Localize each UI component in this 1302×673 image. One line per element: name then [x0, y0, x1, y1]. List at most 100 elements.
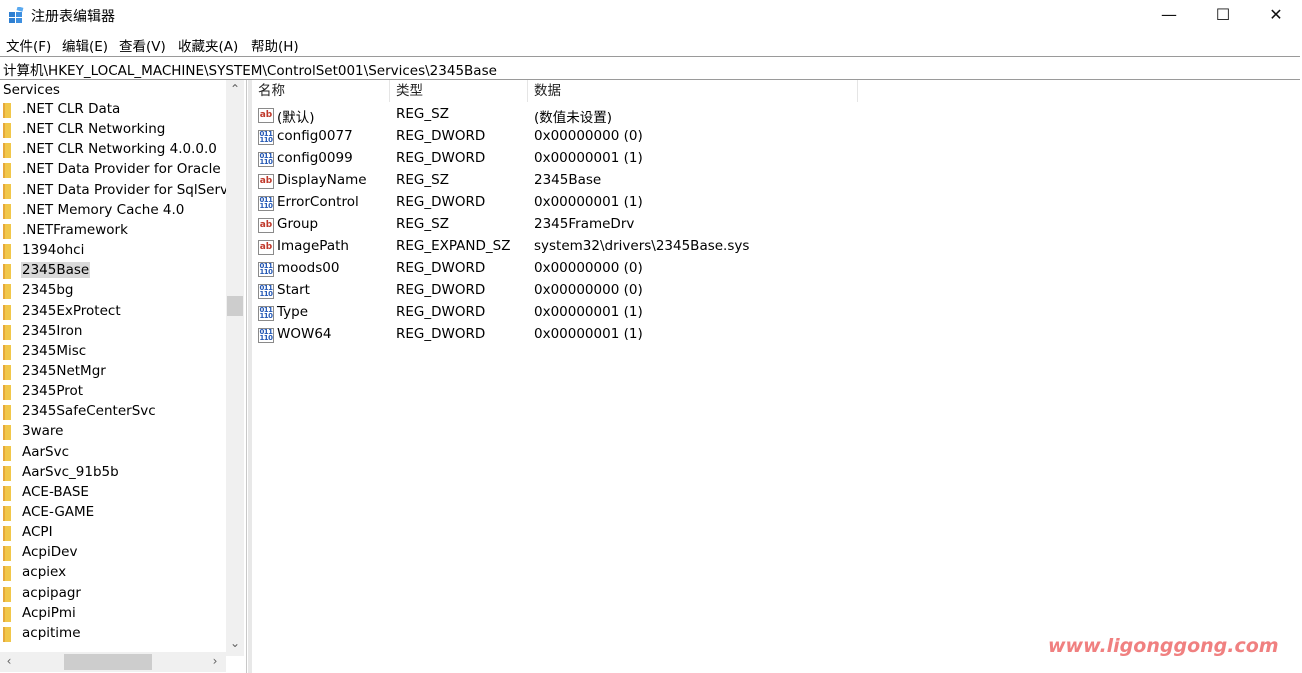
scroll-right-icon[interactable]: › — [206, 654, 224, 668]
scroll-left-icon[interactable]: ‹ — [0, 654, 18, 668]
tree-item[interactable]: AcpiDev — [0, 543, 226, 563]
binary-value-icon: 011 110 — [258, 284, 274, 299]
tree-item[interactable]: .NET Memory Cache 4.0 — [0, 201, 226, 221]
folder-icon — [3, 485, 11, 501]
menu-favorites[interactable]: 收藏夹(A) — [178, 35, 238, 55]
menu-file[interactable]: 文件(F) — [6, 35, 51, 55]
values-list[interactable]: 名称 类型 数据 ab (默认) REG_SZ (数值未设置) 011 110 config… — [252, 80, 1302, 673]
binary-value-icon: 011 110 — [258, 328, 274, 343]
value-data: system32\drivers\2345Base.sys — [534, 238, 750, 254]
column-header-type[interactable]: 类型 — [390, 80, 528, 102]
value-data: 0x00000000 (0) — [534, 128, 643, 144]
value-row[interactable]: ab DisplayName REG_SZ 2345Base — [252, 170, 1252, 192]
address-bar[interactable]: 计算机\HKEY_LOCAL_MACHINE\SYSTEM\ControlSet… — [0, 56, 1300, 80]
tree-item[interactable]: .NET CLR Data — [0, 100, 226, 120]
value-row[interactable]: 011 110 ErrorControl REG_DWORD 0x00000001 (1… — [252, 192, 1252, 214]
binary-value-icon: 011 110 — [258, 130, 274, 145]
tree-item[interactable]: .NET CLR Networking — [0, 120, 226, 140]
column-header-data[interactable]: 数据 — [528, 80, 858, 102]
value-type: REG_DWORD — [396, 194, 486, 210]
tree-item[interactable]: acpipagr — [0, 584, 226, 604]
tree-root-services[interactable]: Services — [0, 80, 226, 100]
column-header-name[interactable]: 名称 — [252, 80, 390, 102]
menu-help[interactable]: 帮助(H) — [251, 35, 299, 55]
folder-icon — [3, 626, 11, 642]
tree-item[interactable]: 2345Base — [0, 261, 226, 281]
tree-root-label: Services — [3, 82, 60, 98]
menu-bar: 文件(F) 编辑(E) 查看(V) 收藏夹(A) 帮助(H) — [0, 32, 1302, 55]
tree-vertical-scrollbar[interactable]: ⌃ ⌄ — [226, 80, 244, 656]
registry-editor-icon — [9, 7, 24, 23]
tree-item[interactable]: ACE-GAME — [0, 503, 226, 523]
tree-item-label: AcpiDev — [22, 544, 78, 561]
close-button[interactable]: ✕ — [1249, 0, 1302, 30]
value-row[interactable]: 011 110 config0077 REG_DWORD 0x00000000 (0) — [252, 126, 1252, 148]
tree-horizontal-scrollbar[interactable]: ‹ › — [0, 652, 226, 672]
tree-item[interactable]: 2345SafeCenterSvc — [0, 402, 226, 422]
value-type: REG_DWORD — [396, 304, 486, 320]
tree-item[interactable]: .NET Data Provider for SqlServer — [0, 181, 226, 201]
value-row[interactable]: ab (默认) REG_SZ (数值未设置) — [252, 104, 1252, 126]
tree-item[interactable]: AarSvc — [0, 443, 226, 463]
folder-icon — [3, 163, 11, 179]
value-row[interactable]: 011 110 Start REG_DWORD 0x00000000 (0) — [252, 280, 1252, 302]
tree-item[interactable]: 2345Prot — [0, 382, 226, 402]
window-title: 注册表编辑器 — [31, 9, 115, 25]
tree-item-label: 2345bg — [22, 282, 74, 299]
tree-item[interactable]: acpitime — [0, 624, 226, 644]
value-row[interactable]: ab ImagePath REG_EXPAND_SZ system32\drivers… — [252, 236, 1252, 258]
tree-item[interactable]: AcpiPmi — [0, 604, 226, 624]
scroll-up-icon[interactable]: ⌃ — [226, 82, 244, 96]
menu-view[interactable]: 查看(V) — [119, 35, 166, 55]
tree-item[interactable]: acpiex — [0, 563, 226, 583]
tree-item[interactable]: 2345bg — [0, 281, 226, 301]
tree-item[interactable]: ACE-BASE — [0, 483, 226, 503]
value-data: 0x00000001 (1) — [534, 194, 643, 210]
tree-item[interactable]: 2345NetMgr — [0, 362, 226, 382]
tree-item[interactable]: 3ware — [0, 422, 226, 442]
value-type: REG_DWORD — [396, 128, 486, 144]
tree-item-label: .NET Data Provider for SqlServer — [22, 181, 226, 198]
value-row[interactable]: 011 110 moods00 REG_DWORD 0x00000000 (0) — [252, 258, 1252, 280]
binary-value-icon: 011 110 — [258, 262, 274, 277]
value-type: REG_DWORD — [396, 260, 486, 276]
tree-item[interactable]: .NETFramework — [0, 221, 226, 241]
tree-horizontal-scroll-thumb[interactable] — [64, 654, 152, 670]
tree-item[interactable]: 2345Misc — [0, 342, 226, 362]
tree-item[interactable]: .NET Data Provider for Oracle — [0, 160, 226, 180]
tree-item-label: 2345SafeCenterSvc — [22, 403, 156, 420]
tree-item-label: 2345ExProtect — [22, 302, 121, 319]
value-data: 0x00000000 (0) — [534, 260, 643, 276]
tree-item-label: ACE-BASE — [22, 483, 89, 500]
value-row[interactable]: 011 110 config0099 REG_DWORD 0x00000001 (1) — [252, 148, 1252, 170]
value-type: REG_SZ — [396, 216, 449, 232]
tree-item-label: ACPI — [22, 524, 53, 541]
tree-item[interactable]: 2345Iron — [0, 322, 226, 342]
folder-icon — [3, 526, 11, 542]
value-row[interactable]: ab Group REG_SZ 2345FrameDrv — [252, 214, 1252, 236]
tree-item[interactable]: 2345ExProtect — [0, 302, 226, 322]
value-row[interactable]: 011 110 WOW64 REG_DWORD 0x00000001 (1) — [252, 324, 1252, 346]
folder-icon — [3, 244, 11, 260]
minimize-button[interactable]: — — [1142, 0, 1196, 30]
folder-icon — [3, 103, 11, 118]
value-name: ErrorControl — [277, 194, 359, 210]
string-value-icon: ab — [258, 240, 274, 255]
folder-icon — [3, 143, 11, 159]
menu-edit[interactable]: 编辑(E) — [62, 35, 108, 55]
folder-icon — [3, 304, 11, 320]
tree-item[interactable]: .NET CLR Networking 4.0.0.0 — [0, 140, 226, 160]
tree-item[interactable]: AarSvc_91b5b — [0, 463, 226, 483]
tree-vertical-scroll-thumb[interactable] — [227, 296, 243, 316]
maximize-button[interactable]: ☐ — [1196, 0, 1250, 30]
folder-icon — [3, 223, 11, 239]
tree-item-label: .NET Memory Cache 4.0 — [22, 201, 185, 218]
key-tree[interactable]: Services .NET CLR Data .NET CLR Networkin… — [0, 80, 247, 673]
value-data: 2345FrameDrv — [534, 216, 635, 232]
tree-item[interactable]: 1394ohci — [0, 241, 226, 261]
scroll-down-icon[interactable]: ⌄ — [226, 636, 244, 650]
value-row[interactable]: 011 110 Type REG_DWORD 0x00000001 (1) — [252, 302, 1252, 324]
address-path[interactable]: 计算机\HKEY_LOCAL_MACHINE\SYSTEM\ControlSet… — [3, 59, 497, 79]
tree-item[interactable]: ACPI — [0, 523, 226, 543]
tree-item-label: 2345Iron — [22, 322, 83, 339]
